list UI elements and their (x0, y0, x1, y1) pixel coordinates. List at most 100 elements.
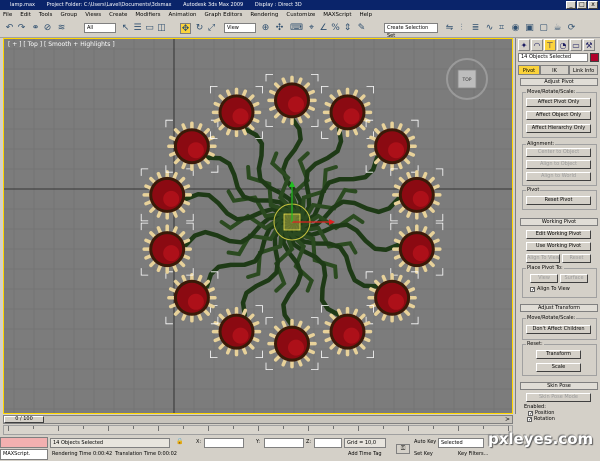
undo-icon[interactable]: ↶ (4, 23, 15, 34)
center-to-object-button[interactable]: Center to Object (526, 148, 591, 157)
maxscript-listener-output[interactable] (0, 437, 48, 448)
manipulate-icon[interactable]: ✣ (274, 23, 285, 34)
edit-named-sets-icon[interactable]: ✎ (356, 23, 367, 34)
rotation-checkbox[interactable]: ✓ Rotation (527, 416, 555, 422)
select-object-icon[interactable]: ↖ (120, 23, 131, 34)
render-setup-icon[interactable]: ▣ (524, 23, 535, 34)
angle-snap-icon[interactable]: ∠ (318, 23, 329, 34)
selection-name-field[interactable]: 14 Objects Selected (518, 53, 588, 62)
surface-button[interactable]: Surface (560, 274, 588, 283)
menu-views[interactable]: Views (85, 12, 101, 18)
selected-dropdown[interactable]: Selected (438, 438, 484, 448)
align-icon[interactable]: ⫶ (456, 23, 467, 34)
set-key-button[interactable]: Set Key (414, 451, 433, 457)
selection-filter-dropdown[interactable]: All (84, 23, 116, 33)
window-crossing-icon[interactable]: ◫ (156, 23, 167, 34)
align-to-object-button[interactable]: Align to Object (526, 160, 591, 169)
spinner-snap-icon[interactable]: ⇕ (342, 23, 353, 34)
select-by-name-icon[interactable]: ☰ (132, 23, 143, 34)
modify-tab-icon[interactable]: ◠ (531, 39, 543, 51)
tab-ik[interactable]: IK (540, 65, 569, 75)
menu-create[interactable]: Create (109, 12, 127, 18)
motion-tab-icon[interactable]: ◔ (557, 39, 569, 51)
named-selection-dropdown[interactable]: Create Selection Set (384, 23, 438, 39)
align-to-view-button[interactable]: Align To View (526, 254, 560, 263)
material-editor-icon[interactable]: ◉ (510, 23, 521, 34)
scale-button[interactable]: Scale (536, 363, 581, 372)
create-tab-icon[interactable]: ✦ (518, 39, 530, 51)
checkbox-checked[interactable]: ✓ (527, 416, 532, 422)
y-coord-field[interactable] (264, 438, 304, 448)
schematic-view-icon[interactable]: ⌗ (496, 23, 507, 34)
snap-toggle-icon[interactable]: ⌖ (306, 23, 317, 34)
key-icon[interactable]: ⚿ (396, 444, 410, 454)
menu-animation[interactable]: Animation (169, 12, 197, 18)
percent-snap-icon[interactable]: % (330, 23, 341, 34)
key-filters-button[interactable]: Key Filters... (458, 451, 488, 457)
redo-icon[interactable]: ↷ (16, 23, 27, 34)
affect-hierarchy-only-button[interactable]: Affect Hierarchy Only (526, 124, 591, 133)
skin-pose-rollout[interactable]: Skin Pose (520, 382, 598, 390)
pivot-center-icon[interactable]: ⊕ (260, 23, 271, 34)
menu-rendering[interactable]: Rendering (250, 12, 278, 18)
menu-graph-editors[interactable]: Graph Editors (205, 12, 243, 18)
auto-key-button[interactable]: Auto Key (414, 439, 436, 445)
link-icon[interactable]: ⚭ (30, 23, 41, 34)
utilities-tab-icon[interactable]: ⚒ (583, 39, 595, 51)
lock-icon[interactable]: 🔒 (176, 439, 183, 445)
menu-help[interactable]: Help (360, 12, 373, 18)
skin-pose-mode-button[interactable]: Skin Pose Mode (526, 393, 591, 402)
dont-affect-children-button[interactable]: Don't Affect Children (526, 325, 591, 334)
top-viewport[interactable]: TOP [ + ] [ Top ] [ Smooth + Highlights … (3, 38, 513, 414)
tab-pivot[interactable]: Pivot (518, 65, 540, 75)
adjust-transform-rollout[interactable]: Adjust Transform (520, 304, 598, 312)
track-bar[interactable] (3, 425, 513, 435)
maximize-button[interactable]: □ (577, 1, 587, 9)
maxscript-mini-listener[interactable]: MAXScript. (0, 449, 48, 460)
view-button[interactable]: View (530, 274, 558, 283)
transform-button[interactable]: Transform (536, 350, 581, 359)
select-scale-icon[interactable]: ⤢ (206, 23, 217, 34)
checkbox-checked[interactable]: ✓ (528, 410, 533, 416)
keyboard-shortcut-icon[interactable]: ⌨ (290, 23, 303, 34)
display-tab-icon[interactable]: ▭ (570, 39, 582, 51)
hierarchy-tab-icon[interactable]: ⊤ (544, 39, 556, 51)
select-move-icon[interactable]: ✥ (180, 23, 191, 34)
working-pivot-rollout[interactable]: Working Pivot (520, 218, 598, 226)
z-coord-field[interactable] (314, 438, 342, 448)
adjust-pivot-rollout[interactable]: Adjust Pivot (520, 78, 598, 86)
mirror-icon[interactable]: ⇋ (444, 23, 455, 34)
align-to-world-button[interactable]: Align to World (526, 172, 591, 181)
reset-working-pivot-button[interactable]: Reset (562, 254, 591, 263)
time-slider[interactable]: 0 / 100 > (3, 415, 513, 424)
menu-group[interactable]: Group (60, 12, 77, 18)
next-frame-arrow[interactable]: > (505, 416, 510, 423)
menu-file[interactable]: File (3, 12, 12, 18)
select-rotate-icon[interactable]: ↻ (194, 23, 205, 34)
rendered-frame-icon[interactable]: ▢ (538, 23, 549, 34)
checkbox-checked[interactable]: ✓ (530, 286, 535, 292)
render-iterative-icon[interactable]: ⟳ (566, 23, 577, 34)
reset-pivot-button[interactable]: Reset Pivot (526, 196, 591, 205)
viewport-scene[interactable]: TOP (4, 39, 513, 414)
use-working-pivot-button[interactable]: Use Working Pivot (526, 242, 591, 251)
time-slider-thumb[interactable]: 0 / 100 (4, 416, 44, 423)
menu-tools[interactable]: Tools (39, 12, 53, 18)
bind-space-warp-icon[interactable]: ≋ (56, 23, 67, 34)
menu-modifiers[interactable]: Modifiers (135, 12, 160, 18)
unlink-icon[interactable]: ⊘ (42, 23, 53, 34)
layer-manager-icon[interactable]: ≣ (470, 23, 481, 34)
menu-maxscript[interactable]: MAXScript (323, 12, 351, 18)
affect-pivot-only-button[interactable]: Affect Pivot Only (526, 98, 591, 107)
reference-coord-dropdown[interactable]: View (224, 23, 256, 33)
menu-customize[interactable]: Customize (286, 12, 315, 18)
tab-link-info[interactable]: Link Info (569, 65, 598, 75)
x-coord-field[interactable] (204, 438, 244, 448)
curve-editor-icon[interactable]: ∿ (484, 23, 495, 34)
add-time-tag[interactable]: Add Time Tag (348, 451, 382, 457)
menu-edit[interactable]: Edit (20, 12, 31, 18)
object-color-swatch[interactable] (590, 53, 599, 62)
affect-object-only-button[interactable]: Affect Object Only (526, 111, 591, 120)
close-button[interactable]: x (588, 1, 598, 9)
render-production-icon[interactable]: ☕ (552, 23, 563, 34)
